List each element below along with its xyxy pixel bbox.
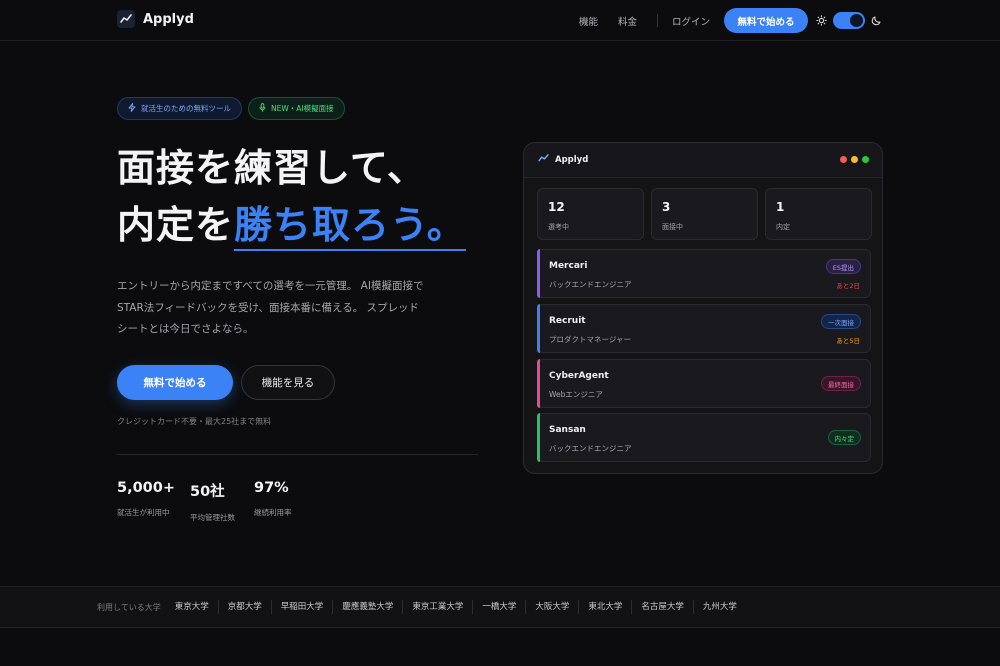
stat-value: 50社: [190, 484, 225, 500]
company-card-recruit[interactable]: Recruit プロダクトマネージャー 一次面接 あと5日: [537, 304, 871, 353]
stat-companies: 50社 平均管理社数: [190, 480, 235, 523]
close-dot: [840, 156, 847, 163]
hero-badges: 就活生のための無料ツール NEW・AI模擬面接: [117, 97, 345, 120]
app-preview-header: Applyd: [524, 143, 882, 178]
brand-name: Applyd: [143, 11, 194, 27]
stat-value: 5,000+: [117, 480, 176, 496]
nav-links: 機能 料金 ログイン 無料で始める: [579, 8, 1000, 33]
free-tool-badge-label: 就活生のための無料ツール: [141, 104, 231, 113]
stat-label: 平均管理社数: [190, 513, 235, 522]
company-card-sansan[interactable]: Sansan バックエンドエンジニア 内々定: [537, 413, 871, 462]
university-item: 東京工業大学: [402, 600, 472, 614]
sun-icon[interactable]: [816, 11, 827, 30]
get-started-button[interactable]: 無料で始める: [117, 365, 233, 400]
company-card-mercari[interactable]: Mercari バックエンドエンジニア ES提出 あと2日: [537, 249, 871, 298]
summary-value: 3: [662, 200, 671, 214]
minimize-dot: [851, 156, 858, 163]
university-item: 大阪大学: [525, 600, 578, 614]
company-name: Recruit: [549, 316, 586, 326]
see-features-button[interactable]: 機能を見る: [241, 365, 335, 400]
stat-label: 継続利用率: [254, 508, 292, 517]
summary-value: 12: [548, 200, 565, 214]
hero-description: エントリーから内定まですべての選考を一元管理。 AI模擬面接でSTAR法フィード…: [117, 280, 424, 335]
university-item: 九州大学: [692, 600, 746, 614]
ai-interview-badge-label: NEW・AI模擬面接: [271, 104, 334, 113]
trend-line-icon: [538, 154, 549, 165]
status-color-bar: [537, 304, 540, 353]
toggle-knob: [850, 14, 863, 27]
summary-in-progress: 12 選考中: [537, 188, 644, 240]
hero-title-line1: 面接を練習して、: [117, 146, 426, 190]
university-strip: 利用している大学 東京大学 京都大学 早稲田大学 慶應義塾大学 東京工業大学 一…: [0, 586, 1000, 628]
nav-link-pricing[interactable]: 料金: [618, 14, 637, 28]
top-nav: Applyd 機能 料金 ログイン 無料で始める: [0, 0, 1000, 41]
window-controls: [840, 156, 869, 163]
status-badge: 内々定: [827, 430, 861, 445]
company-role: プロダクトマネージャー: [549, 335, 631, 344]
university-strip-label: 利用している大学: [97, 602, 161, 612]
company-role: バックエンドエンジニア: [549, 280, 632, 289]
university-item: 名古屋大学: [631, 600, 693, 614]
free-tool-badge: 就活生のための無料ツール: [117, 97, 242, 120]
summary-interviewing: 3 面接中: [651, 188, 758, 240]
company-name: Mercari: [549, 261, 588, 271]
university-item: 京都大学: [217, 600, 271, 614]
nav-link-login[interactable]: ログイン: [672, 14, 710, 28]
theme-switcher: [816, 11, 882, 30]
stat-label: 就活生が利用中: [117, 508, 170, 517]
university-item: 慶應義塾大学: [332, 600, 402, 614]
status-color-bar: [537, 413, 540, 462]
ai-interview-badge: NEW・AI模擬面接: [248, 97, 345, 120]
sparkle-icon: [128, 103, 136, 114]
hero-divider: [117, 454, 478, 455]
brand-logo[interactable]: Applyd: [117, 10, 194, 28]
nav-signup-button[interactable]: 無料で始める: [724, 8, 808, 33]
hero-title-line2-prefix: 内定を: [117, 203, 235, 247]
summary-label: 内定: [776, 223, 790, 231]
company-name: Sansan: [549, 425, 586, 435]
summary-value: 1: [776, 200, 785, 214]
summary-offers: 1 内定: [765, 188, 872, 240]
deadline-text: あと5日: [836, 337, 860, 345]
stat-retention: 97% 継続利用率: [254, 480, 292, 518]
hero-title: 面接を練習して、 内定を勝ち取ろう。: [117, 140, 466, 254]
stat-value: 97%: [254, 480, 289, 496]
company-card-cyberagent[interactable]: CyberAgent Webエンジニア 最終面接: [537, 359, 871, 408]
stat-users: 5,000+ 就活生が利用中: [117, 480, 175, 518]
moon-icon[interactable]: [871, 11, 882, 30]
app-preview: Applyd 12 選考中 3 面接中 1 内定 Mercari バックエンドエ…: [523, 142, 883, 474]
status-color-bar: [537, 249, 540, 298]
pricing-note: クレジットカード不要・最大25社まで無料: [117, 417, 272, 426]
microphone-icon: [259, 103, 266, 114]
company-role: Webエンジニア: [549, 390, 603, 399]
theme-toggle[interactable]: [833, 12, 865, 29]
company-role: バックエンドエンジニア: [549, 444, 632, 453]
nav-link-features[interactable]: 機能: [579, 14, 598, 28]
app-preview-brand-name: Applyd: [555, 154, 589, 165]
nav-divider: [656, 14, 658, 27]
university-item: 東京大学: [174, 602, 209, 612]
university-item: 東北大学: [578, 600, 631, 614]
deadline-text: あと2日: [836, 282, 860, 290]
maximize-dot: [862, 156, 869, 163]
app-preview-brand: Applyd: [538, 154, 588, 165]
trend-line-icon: [117, 10, 135, 28]
university-item: 一橋大学: [472, 600, 525, 614]
university-item: 早稲田大学: [270, 600, 333, 614]
summary-label: 選考中: [548, 223, 569, 231]
status-color-bar: [537, 359, 540, 408]
hero-title-accent: 勝ち取ろう。: [234, 203, 466, 251]
status-badge: 一次面接: [821, 314, 861, 329]
status-badge: ES提出: [825, 259, 861, 274]
status-badge: 最終面接: [821, 376, 861, 391]
company-name: CyberAgent: [549, 371, 609, 381]
summary-label: 面接中: [662, 223, 683, 231]
